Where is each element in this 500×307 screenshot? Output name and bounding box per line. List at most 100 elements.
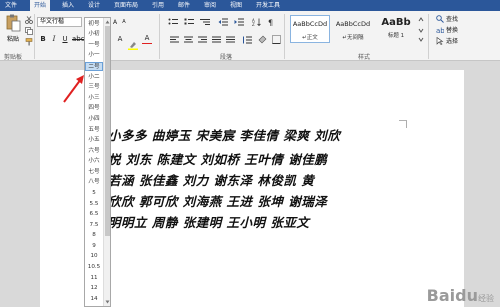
svg-text:¶: ¶ bbox=[268, 19, 273, 27]
replace-icon: ab bbox=[436, 27, 444, 34]
font-size-option[interactable]: 小一 bbox=[85, 51, 103, 60]
multilevel-list-icon[interactable] bbox=[200, 18, 210, 26]
styles-scroll-icon[interactable] bbox=[418, 15, 424, 43]
margin-corner-mark bbox=[399, 120, 407, 128]
font-name-box[interactable]: 华文行楷 bbox=[37, 17, 82, 27]
align-right-icon[interactable] bbox=[198, 36, 207, 44]
tab-insert[interactable]: 插入 bbox=[58, 0, 78, 11]
style-name: ↵无间隔 bbox=[342, 35, 364, 41]
tab-references[interactable]: 引用 bbox=[148, 0, 168, 11]
italic-button[interactable]: I bbox=[50, 35, 58, 44]
ribbon: 粘贴 剪贴板 华文行楷 四号 B I U abc A A A A AZ ¶ 段落 bbox=[0, 11, 500, 61]
style-heading-1[interactable]: AaBb 标题 1 bbox=[376, 15, 416, 43]
font-size-option[interactable]: 小二 bbox=[85, 73, 103, 82]
bullets-icon[interactable] bbox=[168, 18, 178, 26]
highlight-color-button[interactable] bbox=[128, 35, 138, 50]
font-size-option[interactable]: 小四 bbox=[85, 115, 103, 124]
bold-button[interactable]: B bbox=[39, 35, 47, 44]
document-text-line: 若涵 张佳鑫 刘力 谢东泽 林俊凯 黄 bbox=[108, 173, 315, 188]
font-size-option[interactable]: 一号 bbox=[85, 41, 103, 50]
cut-icon[interactable] bbox=[25, 16, 33, 24]
dropdown-scrollbar[interactable] bbox=[103, 18, 110, 306]
font-size-option[interactable]: 11 bbox=[85, 274, 103, 283]
strikethrough-button[interactable]: abc bbox=[72, 35, 85, 44]
font-size-option[interactable]: 小六 bbox=[85, 157, 103, 166]
font-color-button[interactable]: A bbox=[142, 34, 152, 44]
font-size-option[interactable]: 8 bbox=[85, 231, 103, 240]
line-spacing-icon[interactable] bbox=[242, 36, 252, 44]
font-size-option[interactable]: 小五 bbox=[85, 136, 103, 145]
font-size-option[interactable]: 9 bbox=[85, 242, 103, 251]
font-size-option[interactable]: 小三 bbox=[85, 94, 103, 103]
style-preview: AaBb bbox=[381, 17, 411, 28]
document-text-line: 欣欣 郭可欣 刘海燕 王进 张坤 谢瑞泽 bbox=[108, 194, 328, 209]
font-size-option[interactable]: 14 bbox=[85, 295, 103, 304]
tab-mailings[interactable]: 邮件 bbox=[174, 0, 194, 11]
svg-text:Z: Z bbox=[252, 22, 255, 26]
font-size-option-highlighted[interactable]: 二号 bbox=[85, 62, 103, 72]
align-center-icon[interactable] bbox=[184, 36, 193, 44]
watermark-text: Baidu bbox=[426, 286, 478, 305]
font-size-option[interactable]: 7.5 bbox=[85, 221, 103, 230]
numbering-icon[interactable] bbox=[184, 18, 194, 26]
replace-button[interactable]: 替换 bbox=[446, 26, 464, 35]
font-size-option[interactable]: 小初 bbox=[85, 30, 103, 39]
paragraph-group-label: 段落 bbox=[220, 54, 233, 61]
justify-icon[interactable] bbox=[212, 36, 221, 44]
font-size-option[interactable]: 6.5 bbox=[85, 210, 103, 219]
scroll-down-icon[interactable] bbox=[105, 300, 110, 304]
style-preview: AaBbCcDd bbox=[335, 20, 371, 28]
font-size-option[interactable]: 六号 bbox=[85, 147, 103, 156]
font-size-option[interactable]: 5.5 bbox=[85, 200, 103, 209]
group-divider bbox=[159, 14, 160, 59]
scrollbar-thumb[interactable] bbox=[105, 26, 110, 236]
select-icon bbox=[436, 37, 444, 45]
document-text-line: 明明立 周静 张建明 王小明 张亚文 bbox=[108, 215, 310, 230]
font-size-option[interactable]: 12 bbox=[85, 284, 103, 293]
decrease-indent-icon[interactable] bbox=[218, 18, 228, 26]
tab-file[interactable]: 文件 bbox=[0, 0, 22, 11]
underline-button[interactable]: U bbox=[61, 35, 69, 44]
select-button[interactable]: 选择 bbox=[446, 37, 464, 46]
tab-home[interactable]: 开始 bbox=[30, 0, 50, 11]
distributed-icon[interactable] bbox=[226, 36, 235, 44]
show-marks-icon[interactable]: ¶ bbox=[268, 18, 276, 27]
increase-indent-icon[interactable] bbox=[234, 18, 244, 26]
font-size-dropdown: 初号 小初 一号 小一 二号 小二 三号 小三 四号 小四 五号 小五 六号 小… bbox=[84, 17, 111, 307]
format-painter-icon[interactable] bbox=[25, 38, 33, 46]
group-divider bbox=[428, 14, 429, 59]
copy-icon[interactable] bbox=[25, 27, 33, 35]
find-button[interactable]: 查找 bbox=[446, 15, 464, 24]
font-size-option[interactable]: 初号 bbox=[85, 20, 103, 29]
font-size-option[interactable]: 10.5 bbox=[85, 263, 103, 272]
ribbon-tab-bar: 文件 开始 插入 设计 页面布局 引用 邮件 审阅 视图 开发工具 bbox=[0, 0, 500, 11]
tab-page-layout[interactable]: 页面布局 bbox=[110, 0, 142, 11]
tab-design[interactable]: 设计 bbox=[84, 0, 104, 11]
font-size-option[interactable]: 五号 bbox=[85, 126, 103, 135]
style-no-spacing[interactable]: AaBbCcDd ↵无间隔 bbox=[333, 15, 373, 43]
font-size-option[interactable]: 七号 bbox=[85, 168, 103, 177]
align-left-icon[interactable] bbox=[170, 36, 179, 44]
font-size-option[interactable]: 三号 bbox=[85, 83, 103, 92]
font-size-option[interactable]: 四号 bbox=[85, 104, 103, 113]
tab-developer[interactable]: 开发工具 bbox=[252, 0, 284, 11]
tab-view[interactable]: 视图 bbox=[226, 0, 246, 11]
font-size-option[interactable]: 10 bbox=[85, 252, 103, 261]
shrink-font-button[interactable]: A bbox=[120, 18, 128, 27]
font-size-option[interactable]: 5 bbox=[85, 189, 103, 198]
paste-button[interactable]: 粘贴 bbox=[3, 14, 23, 44]
font-size-option[interactable]: 八号 bbox=[85, 178, 103, 187]
style-normal[interactable]: AaBbCcDd ↵正文 bbox=[290, 15, 330, 43]
tab-review[interactable]: 审阅 bbox=[200, 0, 220, 11]
watermark: Baidu经验 bbox=[427, 286, 494, 305]
document-text-line: 小多多 曲婷玉 宋美宸 李佳倩 梁爽 刘欣 bbox=[108, 128, 341, 143]
grow-font-button[interactable]: A bbox=[111, 18, 119, 27]
shading-icon[interactable] bbox=[258, 35, 267, 44]
style-preview: AaBbCcDd bbox=[292, 20, 328, 28]
sort-icon[interactable]: AZ bbox=[252, 18, 262, 26]
scroll-up-icon[interactable] bbox=[105, 20, 110, 24]
clipboard-group-label: 剪贴板 bbox=[4, 54, 23, 61]
borders-icon[interactable] bbox=[272, 35, 281, 44]
annotation-arrow-icon bbox=[63, 75, 84, 103]
text-effects-button[interactable]: A bbox=[116, 35, 124, 44]
